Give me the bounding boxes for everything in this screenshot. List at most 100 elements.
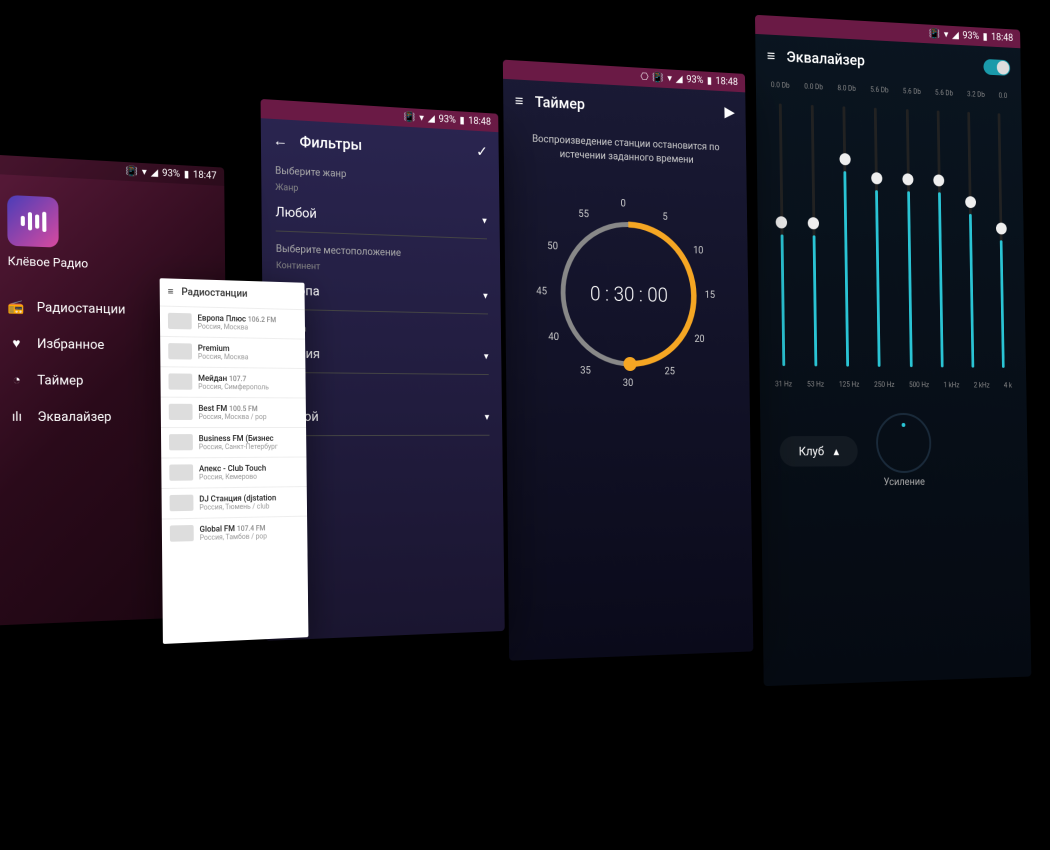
radio-icon: 📻 [8,299,25,316]
eq-band-slider[interactable] [960,112,982,368]
battery-label: 93% [962,30,979,42]
preset-select[interactable]: Клуб ▴ [780,436,858,467]
chevron-down-icon: ▾ [483,291,488,302]
eq-band-slider[interactable] [929,110,951,367]
eq-band-slider[interactable] [803,104,825,366]
station-location: Россия, Санкт-Петербург [199,443,299,451]
eq-band-slider[interactable] [990,113,1012,368]
station-name: Business FM (Бизнес [199,434,299,443]
station-logo [169,434,193,450]
eq-db-label: 0.0 [999,92,1008,100]
apply-icon[interactable]: ✓ [476,143,488,161]
hamburger-icon[interactable]: ≡ [767,47,776,66]
location-icon: ⎔ [640,72,648,83]
page-title: Фильтры [299,133,362,154]
timer-dial[interactable]: 0 : 30 : 00 0510152025303540455055 [533,191,722,394]
eq-freq-label: 125 Hz [839,381,860,389]
eq-freq-label: 2 kHz [974,381,990,389]
gain-knob[interactable] [876,413,932,473]
eq-toggle[interactable] [983,59,1010,76]
wifi-icon: ▾ [944,29,949,40]
battery-label: 93% [439,114,456,126]
eq-freq-label: 1 kHz [943,381,959,389]
dial-tick: 20 [694,334,704,345]
status-bar: 📳 ▾ ◢ 93% ▮ 18:47 [0,154,224,186]
heart-icon: ♥ [8,335,25,352]
station-row[interactable]: Premium Россия, Москва [160,336,305,368]
station-location: Россия, Кемерово [199,472,299,481]
eq-freq-label: 31 Hz [775,380,792,388]
clock-label: 18:48 [991,32,1013,44]
station-logo [169,464,193,480]
eq-sliders [756,92,1026,378]
clock-label: 18:48 [715,76,738,88]
eq-band-slider[interactable] [835,106,857,367]
eq-icon: ılı [9,409,26,425]
station-logo [169,404,193,420]
station-logo [170,525,194,542]
eq-db-label: 5.6 Db [935,89,953,98]
station-location: Россия, Тюмень / club [199,502,299,512]
signal-icon: ◢ [676,74,683,85]
station-location: Россия, Симферополь [198,383,298,392]
stations-popup: ≡Радиостанции Европа Плюс106.2 FM Россия… [160,278,309,644]
battery-icon: ▮ [983,32,988,43]
battery-icon: ▮ [459,115,464,126]
menu-label: Радиостанции [37,300,126,317]
station-row[interactable]: Европа Плюс106.2 FM Россия, Москва [160,305,305,338]
eq-db-label: 3.2 Db [967,90,985,99]
wifi-icon: ▾ [142,167,147,178]
menu-label: Таймер [37,373,83,389]
hamburger-icon[interactable]: ≡ [515,92,524,111]
menu-label: Эквалайзер [37,409,111,424]
station-row[interactable]: Апекс - Club Touch Россия, Кемерово [161,457,307,489]
station-location: Россия, Тамбов / pop [200,532,300,542]
eq-freq-label: 250 Hz [874,381,894,389]
continent-select[interactable]: Европа▾ [276,273,488,314]
station-row[interactable]: Best FM100.5 FM Россия, Москва / pop [161,397,306,427]
country-select[interactable]: Россия▾ [277,336,489,375]
eq-band-slider[interactable] [866,107,888,367]
screen-equalizer: 📳▾◢ 93%▮ 18:48 ≡ Эквалайзер 0.0 Db0.0 Db… [755,15,1031,686]
dial-tick: 45 [536,286,547,297]
city-select[interactable]: Любой▾ [277,399,489,436]
station-logo [170,495,194,512]
eq-db-label: 8.0 Db [837,84,856,93]
station-row[interactable]: Global FM107.4 FM Россия, Тамбов / pop [162,516,308,549]
play-icon[interactable]: ▶ [724,103,735,121]
chevron-down-icon: ▾ [482,216,487,227]
dial-tick: 50 [547,241,558,252]
hamburger-icon[interactable]: ≡ [168,287,174,298]
back-icon[interactable]: ← [273,131,288,150]
station-location: Россия, Москва [198,353,298,362]
battery-label: 93% [686,74,703,86]
station-name: Best FM100.5 FM [198,404,298,413]
clock-label: 18:48 [468,116,491,128]
eq-db-label: 0.0 Db [804,83,823,92]
app-logo [7,195,59,248]
battery-icon: ▮ [707,76,712,87]
dial-tick: 30 [623,378,634,389]
station-location: Россия, Москва [198,323,298,333]
chevron-down-icon: ▾ [485,412,490,423]
genre-select[interactable]: Любой▾ [275,195,487,239]
eq-freq-label: 500 Hz [909,381,929,389]
station-row[interactable]: Business FM (Бизнес Россия, Санкт-Петерб… [161,427,306,458]
app-name: Клёвое Радио [8,254,226,275]
station-logo [168,373,192,389]
wifi-icon: ▾ [667,73,672,84]
eq-freq-row: 31 Hz53 Hz125 Hz250 Hz500 Hz1 kHz2 kHz4 … [760,376,1027,393]
station-row[interactable]: DJ Станция (djstation Россия, Тюмень / c… [162,486,308,518]
vibrate-icon: 📳 [404,112,416,124]
signal-icon: ◢ [428,113,435,124]
eq-band-slider[interactable] [898,109,920,367]
vibrate-icon: 📳 [652,72,664,83]
eq-db-label: 0.0 Db [771,81,790,90]
eq-band-slider[interactable] [770,103,792,366]
dial-tick: 15 [705,290,715,301]
timer-value: 0 : 30 : 00 [590,281,668,307]
timer-icon: ◔ [8,372,25,388]
station-row[interactable]: Мейдан107.7 Россия, Симферополь [160,366,305,397]
station-logo [168,343,192,360]
chevron-down-icon: ▾ [484,351,489,362]
